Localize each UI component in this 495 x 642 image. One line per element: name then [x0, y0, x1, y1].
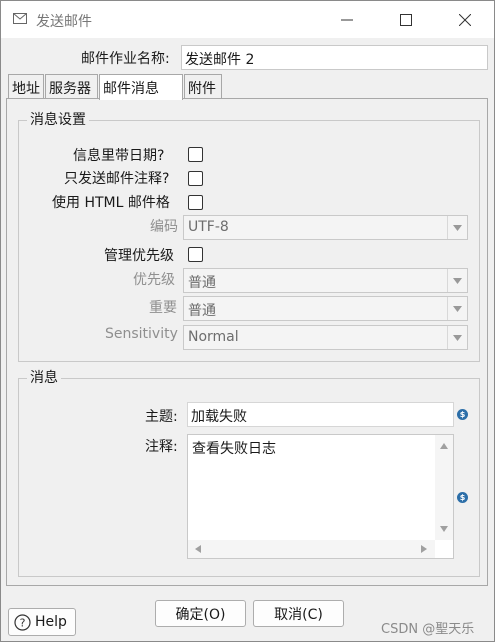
encoding-value: UTF-8 — [188, 219, 229, 235]
chevron-down-icon — [447, 326, 467, 349]
tab-label: 地址 — [12, 81, 40, 97]
help-label: Help — [35, 614, 67, 630]
use-html-label: 使用 HTML 邮件格 — [52, 195, 170, 211]
comment-textarea[interactable]: 查看失败日志 — [187, 434, 454, 559]
variable-icon[interactable]: $ — [457, 492, 468, 503]
priority-select[interactable]: 普通 — [183, 268, 468, 293]
only-comment-checkbox[interactable] — [188, 171, 203, 186]
sensitivity-select[interactable]: Normal — [183, 325, 468, 350]
job-name-input[interactable]: 发送邮件 2 — [181, 45, 488, 70]
chevron-down-icon — [447, 297, 467, 320]
watermark: CSDN @聖天乐 — [381, 622, 475, 637]
scroll-right-icon[interactable] — [421, 545, 427, 553]
tab-label: 附件 — [188, 81, 216, 97]
tab-address[interactable]: 地址 — [8, 74, 44, 99]
importance-value: 普通 — [188, 303, 216, 319]
include-date-label: 信息里带日期? — [73, 148, 165, 164]
job-name-label: 邮件作业名称: — [81, 51, 170, 67]
svg-text:?: ? — [20, 616, 26, 629]
vertical-scrollbar[interactable] — [435, 435, 453, 540]
subject-input[interactable]: 加载失败 — [187, 402, 454, 427]
comment-label: 注释: — [145, 439, 178, 455]
send-mail-dialog: 发送邮件 邮件作业名称: 发送邮件 2 地址 服务器 邮件消息 附件 消息设置 … — [0, 0, 495, 642]
title-bar: 发送邮件 — [1, 1, 494, 38]
tab-panel: 消息设置 信息里带日期? 只发送邮件注释? 使用 HTML 邮件格 编码 UTF… — [6, 98, 488, 586]
help-button[interactable]: ? Help — [8, 608, 76, 636]
subject-label: 主题: — [145, 409, 178, 425]
sensitivity-value: Normal — [188, 329, 239, 345]
envelope-icon — [13, 13, 27, 24]
chevron-down-icon — [447, 216, 467, 239]
tab-label: 服务器 — [49, 81, 91, 97]
maximize-icon — [400, 13, 412, 26]
scroll-left-icon[interactable] — [195, 545, 201, 553]
tab-attachments[interactable]: 附件 — [184, 74, 222, 99]
horizontal-scrollbar[interactable] — [188, 540, 435, 558]
message-settings-group: 消息设置 信息里带日期? 只发送邮件注释? 使用 HTML 邮件格 编码 UTF… — [18, 109, 480, 362]
cancel-label: 取消(C) — [274, 606, 323, 623]
ok-button[interactable]: 确定(O) — [155, 600, 246, 627]
use-html-checkbox[interactable] — [188, 195, 203, 210]
message-settings-title: 消息设置 — [27, 109, 89, 129]
scroll-down-icon[interactable] — [440, 526, 448, 532]
tab-label: 邮件消息 — [103, 81, 159, 97]
chevron-down-icon — [447, 269, 467, 292]
scroll-up-icon[interactable] — [440, 443, 448, 449]
minimize-button[interactable] — [324, 1, 370, 38]
only-comment-label: 只发送邮件注释? — [64, 171, 170, 187]
window-title: 发送邮件 — [36, 14, 92, 30]
importance-label: 重要 — [149, 300, 177, 316]
comment-text: 查看失败日志 — [192, 441, 276, 457]
close-icon — [459, 13, 471, 26]
encoding-select[interactable]: UTF-8 — [183, 215, 468, 240]
importance-select[interactable]: 普通 — [183, 296, 468, 321]
manage-priority-checkbox[interactable] — [188, 247, 203, 262]
maximize-button[interactable] — [383, 1, 429, 38]
minimize-icon — [341, 19, 353, 20]
help-icon: ? — [14, 613, 31, 631]
tab-mail-message[interactable]: 邮件消息 — [99, 74, 183, 100]
close-button[interactable] — [442, 1, 488, 38]
variable-icon[interactable]: $ — [457, 409, 468, 420]
message-group-title: 消息 — [27, 367, 61, 387]
priority-label: 优先级 — [133, 272, 175, 288]
include-date-checkbox[interactable] — [188, 147, 203, 162]
encoding-label: 编码 — [150, 219, 178, 235]
manage-priority-label: 管理优先级 — [104, 248, 174, 264]
cancel-button[interactable]: 取消(C) — [253, 600, 344, 627]
ok-label: 确定(O) — [175, 606, 226, 623]
tab-server[interactable]: 服务器 — [45, 74, 98, 99]
priority-value: 普通 — [188, 275, 216, 291]
message-group: 消息 主题: 加载失败 $ 注释: 查看失败日志 $ — [18, 367, 480, 577]
sensitivity-label: Sensitivity — [105, 326, 178, 342]
